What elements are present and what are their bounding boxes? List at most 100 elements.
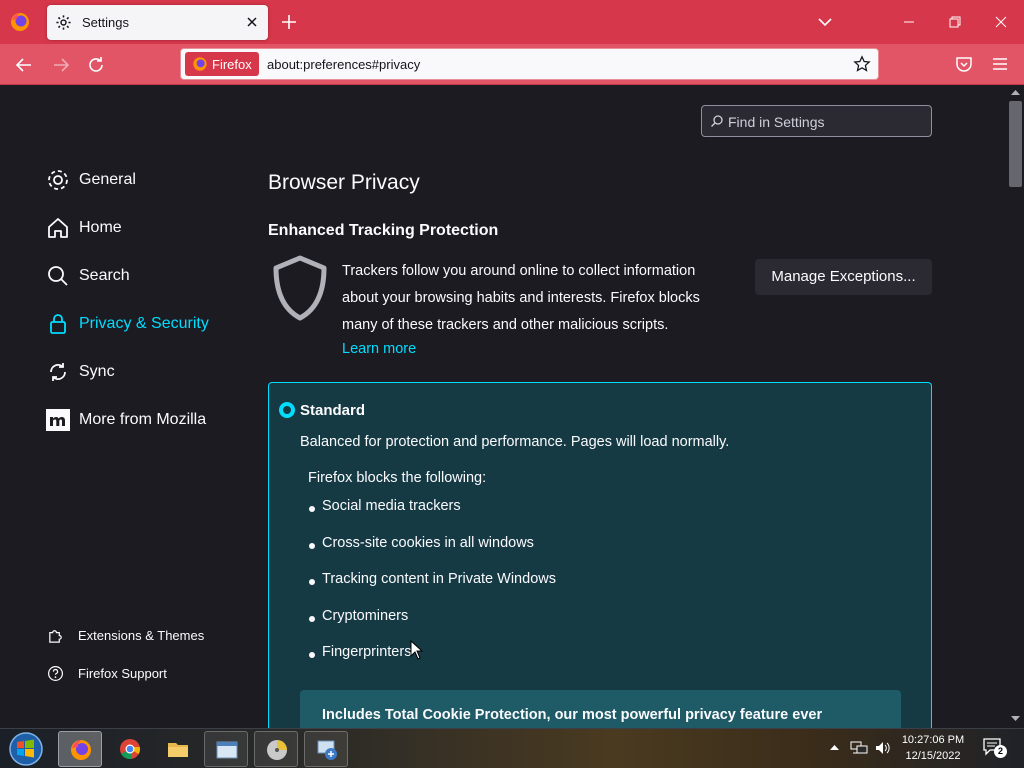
show-hidden-icons-icon[interactable] <box>830 743 839 752</box>
bullet <box>309 542 315 549</box>
search-icon <box>711 115 723 127</box>
tab-settings[interactable]: Settings <box>47 5 268 40</box>
sidebar-item-sync[interactable]: Sync <box>46 359 246 387</box>
search-input[interactable]: Find in Settings <box>701 105 932 137</box>
list-item-text: Cross-site cookies in all windows <box>322 534 534 551</box>
arrow-right-icon[interactable] <box>51 55 71 75</box>
bullet <box>309 506 315 512</box>
etp-description: Trackers follow you around online to col… <box>342 263 700 333</box>
sidebar-item-label: General <box>79 171 136 188</box>
search-placeholder: Find in Settings <box>728 114 825 130</box>
start-button-icon[interactable] <box>8 731 44 767</box>
sidebar-item-general[interactable]: General <box>46 167 246 195</box>
sidebar-item-label: Sync <box>79 363 115 380</box>
identity-label: Firefox <box>212 57 252 72</box>
sidebar-item-mozilla[interactable]: More from Mozilla <box>46 407 246 435</box>
etp-heading: Enhanced Tracking Protection <box>268 222 499 239</box>
extensions-themes-link[interactable]: Extensions & Themes <box>47 626 247 646</box>
list-item-text: Social media trackers <box>322 498 461 514</box>
sidebar-item-home[interactable]: Home <box>46 215 246 243</box>
pocket-icon[interactable] <box>955 55 973 73</box>
firefox-support-link[interactable]: Firefox Support <box>47 664 247 684</box>
standard-radio[interactable] <box>279 402 295 418</box>
footer-link-label: Firefox Support <box>78 666 167 681</box>
list-item-text: Fingerprinters <box>322 644 412 660</box>
home-icon <box>48 218 68 238</box>
puzzle-icon <box>49 630 62 643</box>
network-icon[interactable] <box>850 740 868 756</box>
list-item: Tracking content in Private Windows <box>308 569 808 606</box>
list-item: Fingerprinters <box>308 642 808 679</box>
chevron-down-icon[interactable] <box>817 14 833 30</box>
identity-box[interactable]: Firefox <box>185 52 259 76</box>
minimize-icon <box>904 21 914 23</box>
clock[interactable]: 10:27:06 PM 12/15/2022 <box>898 732 968 764</box>
sync-icon <box>50 363 66 381</box>
sidebar-item-label: Home <box>79 219 122 236</box>
firefox-icon <box>71 740 91 760</box>
scroll-down-icon[interactable] <box>1011 715 1020 722</box>
arrow-left-icon[interactable] <box>14 55 34 75</box>
hamburger-icon[interactable] <box>991 55 1009 73</box>
tcp-banner-text: Includes Total Cookie Protection, our mo… <box>322 707 823 723</box>
standard-title: Standard <box>300 402 366 419</box>
list-item: Cryptominers <box>308 606 808 643</box>
scrollbar[interactable] <box>1007 85 1024 728</box>
standard-option[interactable]: Standard Balanced for protection and per… <box>268 382 932 728</box>
tcp-banner: Includes Total Cookie Protection, our mo… <box>300 690 901 728</box>
help-icon <box>47 665 64 682</box>
scrollbar-thumb[interactable] <box>1009 101 1022 187</box>
sidebar-item-search[interactable]: Search <box>46 263 246 291</box>
mozilla-icon <box>46 409 70 431</box>
clock-date: 12/15/2022 <box>905 750 961 762</box>
scroll-up-icon[interactable] <box>1011 89 1020 96</box>
taskbar: 10:27:06 PM 12/15/2022 2 <box>0 728 1024 768</box>
close-icon[interactable] <box>243 13 261 31</box>
blocked-list: Social media trackers Cross-site cookies… <box>308 496 808 679</box>
learn-more-link[interactable]: Learn more <box>342 341 416 357</box>
minimize-button[interactable] <box>886 0 932 44</box>
url-bar[interactable]: Firefox about:preferences#privacy <box>180 48 879 80</box>
mouse-cursor-icon <box>410 640 424 660</box>
gear-icon <box>48 170 68 190</box>
bullet <box>309 579 315 585</box>
sidebar-item-privacy[interactable]: Privacy & Security <box>46 311 246 339</box>
list-item-text: Tracking content in Private Windows <box>322 571 556 587</box>
close-window-button[interactable] <box>978 0 1024 44</box>
list-item: Cross-site cookies in all windows <box>308 533 808 570</box>
close-icon <box>995 16 1007 28</box>
restore-button[interactable] <box>932 0 978 44</box>
network-app-icon <box>317 740 337 760</box>
star-icon[interactable] <box>853 55 871 73</box>
chrome-icon <box>120 739 141 760</box>
taskbar-network-app[interactable] <box>304 731 348 767</box>
sidebar-item-label: More from Mozilla <box>79 411 207 428</box>
taskbar-disk-app[interactable] <box>254 731 298 767</box>
tab-strip: Settings <box>0 0 1024 44</box>
taskbar-window-app[interactable] <box>204 731 248 767</box>
reload-icon[interactable] <box>86 55 106 75</box>
lock-icon <box>50 314 66 334</box>
manage-exceptions-button[interactable]: Manage Exceptions... <box>755 259 932 295</box>
blocks-title: Firefox blocks the following: <box>308 470 487 486</box>
firefox-logo-icon[interactable] <box>8 10 32 34</box>
clock-time: 10:27:06 PM <box>901 734 965 746</box>
firefox-logo-icon <box>193 57 207 71</box>
sidebar-item-label: Privacy & Security <box>79 315 209 332</box>
restore-icon <box>949 16 961 28</box>
navigation-toolbar: Firefox about:preferences#privacy <box>0 44 1024 85</box>
footer-link-label: Extensions & Themes <box>78 628 205 643</box>
taskbar-firefox[interactable] <box>58 731 102 767</box>
standard-description: Balanced for protection and performance.… <box>300 434 730 450</box>
plus-icon[interactable] <box>280 13 298 31</box>
sidebar-item-label: Search <box>79 267 130 284</box>
bullet <box>309 652 315 658</box>
taskbar-chrome[interactable] <box>108 731 152 767</box>
disk-icon <box>267 740 287 760</box>
taskbar-explorer[interactable] <box>156 731 200 767</box>
volume-icon[interactable] <box>874 740 892 756</box>
url-text[interactable]: about:preferences#privacy <box>267 57 420 72</box>
settings-page: Find in Settings General Home Search Pri… <box>0 85 1007 728</box>
list-item-text: Cryptominers <box>322 607 409 624</box>
notifications-button[interactable]: 2 <box>982 737 1007 759</box>
